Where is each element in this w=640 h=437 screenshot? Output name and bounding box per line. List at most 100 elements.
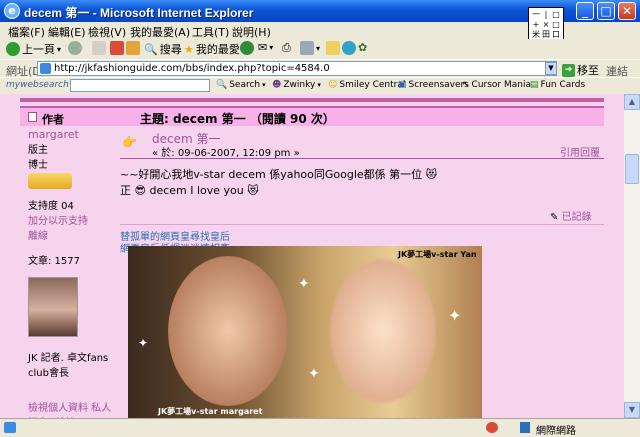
back-arrow-icon — [6, 42, 20, 56]
logo-cell: | — [544, 10, 548, 19]
forward-button[interactable] — [68, 41, 82, 55]
page-icon — [4, 422, 16, 433]
topic-icon — [28, 112, 37, 122]
author-header: 作者 — [42, 113, 64, 126]
mail-button[interactable]: ✉ ▾ — [258, 41, 273, 54]
topic-header: 主題: decem 第一 （閱讀 90 次） — [140, 112, 335, 126]
support-link[interactable]: 加分以示支持 — [28, 212, 116, 227]
close-button[interactable]: ✕ — [618, 2, 636, 20]
fun-cards-button[interactable]: ▤ Fun Cards — [530, 80, 585, 90]
refresh-icon — [110, 41, 124, 55]
page-content: 作者 主題: decem 第一 （閱讀 90 次） margaret 版主 博士… — [0, 94, 624, 418]
chevron-down-icon: ▾ — [269, 43, 274, 52]
card-icon: ▤ — [530, 80, 539, 90]
go-arrow-icon: ➜ — [562, 63, 575, 77]
photo-face-right — [328, 256, 438, 406]
discuss-icon — [326, 41, 340, 55]
fun-cards-label: Fun Cards — [540, 80, 586, 90]
window-title: decem 第一 - Microsoft Internet Explorer — [24, 6, 254, 20]
home-icon — [126, 41, 140, 55]
post-date: « 於: 09-06-2007, 12:09 pm » — [152, 144, 300, 159]
messenger-button[interactable] — [342, 41, 356, 55]
edit-button[interactable]: ▾ — [300, 41, 320, 55]
back-label: 上一頁 — [22, 43, 55, 56]
menu-help[interactable]: 說明(H) — [232, 24, 271, 40]
smiley-icon: ☺ — [328, 80, 338, 90]
page-icon — [40, 63, 51, 74]
search-icon: 🔍 — [216, 80, 228, 90]
logged-status: ✎ 已記錄 — [550, 208, 592, 223]
menu-file[interactable]: 檔案(F) — [8, 24, 45, 40]
offline-status: 離線 — [28, 231, 48, 242]
search-button-label: Search — [229, 80, 261, 90]
menu-favorites[interactable]: 我的最愛(A) — [130, 24, 190, 40]
zwinky-label: Zwinky — [283, 80, 316, 90]
go-button[interactable]: ➜ 移至 — [562, 62, 599, 78]
thread-header: 作者 主題: decem 第一 （閱讀 90 次） — [20, 106, 604, 126]
logo-cell: □ — [552, 10, 560, 19]
favorites-button[interactable]: ★ 我的最愛 — [184, 41, 240, 57]
scroll-thumb[interactable] — [625, 154, 639, 184]
photo-caption-bottom: JK夢工場v-star margaret — [158, 407, 263, 416]
screensavers-button[interactable]: ▣ Screensavers — [398, 80, 469, 90]
scroll-up-button[interactable]: ▲ — [624, 94, 640, 110]
top-divider — [20, 98, 604, 102]
cursor-icon: ↖ — [462, 80, 470, 90]
menu-tools[interactable]: 工具(T) — [192, 24, 229, 40]
scroll-down-button[interactable]: ▼ — [624, 402, 640, 418]
sparkle-icon: ✦ — [448, 306, 462, 325]
vertical-scrollbar[interactable]: ▲ ▼ — [624, 94, 640, 418]
home-button[interactable] — [126, 41, 140, 55]
refresh-button[interactable] — [110, 41, 124, 55]
emoji-icon: 😻 — [247, 184, 259, 197]
messenger-icon — [342, 41, 356, 55]
discuss-button[interactable] — [326, 41, 340, 55]
emoji-icon: 😎 — [134, 184, 146, 197]
search-button[interactable]: 🔍 搜尋 — [144, 41, 182, 57]
support-count: 支持度 04 — [28, 201, 74, 212]
menu-edit[interactable]: 編輯(E) — [48, 24, 86, 40]
quote-reply-link[interactable]: 引用回覆 — [560, 144, 600, 159]
address-input[interactable]: http://jkfashionguide.com/bbs/index.php?… — [37, 61, 557, 76]
avatar — [28, 277, 78, 337]
username[interactable]: margaret — [28, 128, 116, 141]
rank-stars-icon — [28, 173, 72, 189]
maximize-button[interactable]: □ — [597, 2, 615, 20]
sparkle-icon: ✦ — [138, 336, 149, 350]
signature-photo: JK夢工場v-star Yan JK夢工場v-star margaret ✦ ✦… — [128, 246, 482, 418]
signature-divider — [120, 224, 604, 225]
cursor-mania-button[interactable]: ↖ Cursor Mania — [462, 80, 531, 90]
mail-icon: ✉ — [258, 41, 268, 54]
signature-line1: JK 記者. 卓文fans — [28, 353, 109, 364]
print-button[interactable]: ⎙ — [282, 41, 291, 55]
smiley-central-button[interactable]: ☺ Smiley Central — [328, 80, 405, 90]
star-icon: ★ — [184, 42, 194, 56]
history-icon — [240, 41, 254, 55]
address-dropdown-button[interactable]: ▼ — [545, 62, 557, 75]
profile-links[interactable]: 檢視個人資料 私人訊息 (離線) — [28, 399, 116, 418]
history-button[interactable] — [240, 41, 254, 55]
sparkle-icon: ✦ — [308, 366, 320, 382]
user-rank: 版主 — [28, 145, 48, 156]
address-url: http://jkfashionguide.com/bbs/index.php?… — [54, 63, 330, 74]
popup-blocked-icon — [486, 422, 498, 433]
user-info-column: margaret 版主 博士 支持度 04 加分以示支持 離線 文章: 1577… — [28, 128, 116, 418]
minimize-button[interactable]: _ — [576, 2, 594, 20]
chevron-down-icon: ▾ — [57, 44, 62, 54]
photo-face-left — [168, 256, 288, 406]
user-title: 博士 — [28, 160, 48, 171]
zwinky-button[interactable]: ☻ Zwinky ▾ — [272, 80, 321, 90]
research-button[interactable]: ✿ — [358, 41, 367, 54]
menu-view[interactable]: 檢視(V) — [88, 24, 126, 40]
signature-line2: club會長 — [28, 368, 69, 379]
web-search-button[interactable]: 🔍 Search ▾ — [216, 80, 266, 90]
screensavers-label: Screensavers — [408, 80, 469, 90]
post-text: ~~好開心我地v-star decem 係yahoo同Google都係 第一位 — [120, 168, 423, 181]
ie-icon: e — [4, 3, 20, 19]
back-button[interactable]: 上一頁 ▾ — [6, 41, 61, 57]
stop-button[interactable] — [92, 41, 106, 55]
standard-toolbar: 上一頁 ▾ 🔍 搜尋 ★ 我的最愛 ✉ ▾ ⎙ ▾ ✿ — [0, 39, 640, 59]
web-search-input[interactable] — [70, 79, 210, 92]
logo-cell: + — [532, 20, 540, 29]
mywebsearch-logo: mywebsearch — [6, 80, 69, 90]
